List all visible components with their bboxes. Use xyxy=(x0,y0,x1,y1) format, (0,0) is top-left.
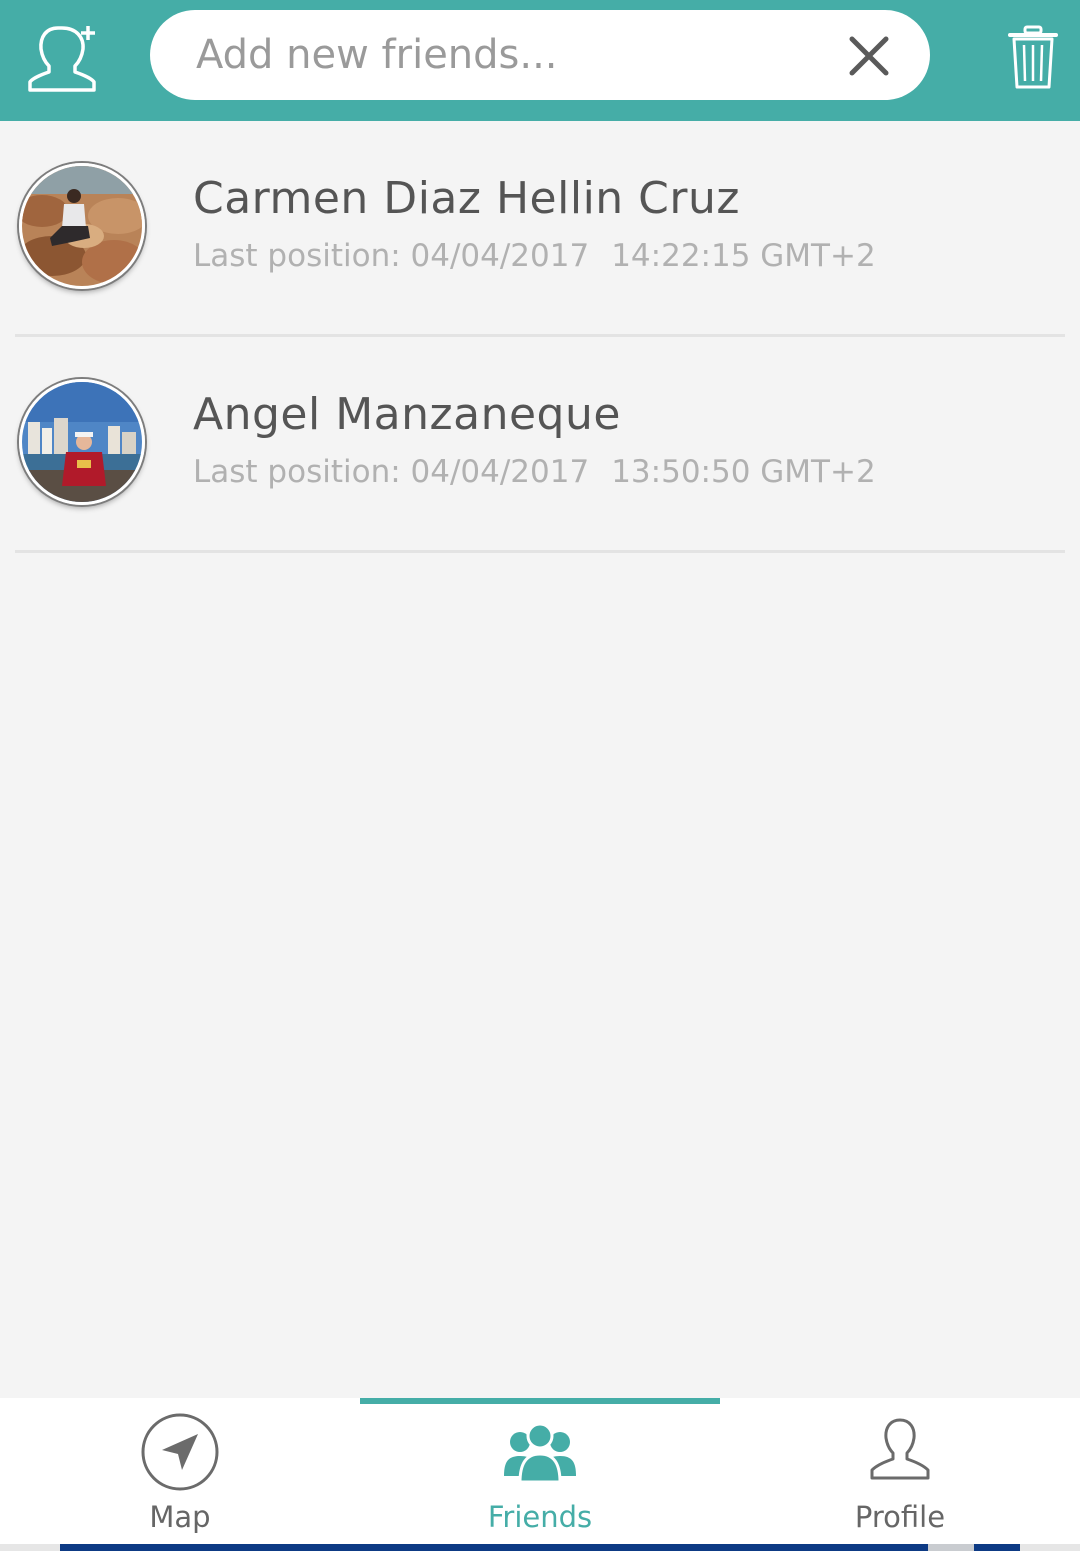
tab-friends-label: Friends xyxy=(487,1500,593,1534)
search-box xyxy=(150,10,930,100)
tab-map[interactable]: Map xyxy=(0,1398,360,1544)
person-icon xyxy=(870,1418,930,1480)
friend-list-item[interactable]: Carmen Diaz Hellin Cruz Last position: 0… xyxy=(15,121,1065,337)
avatar-photo xyxy=(22,166,142,286)
delete-button[interactable] xyxy=(1008,25,1058,91)
add-person-icon xyxy=(28,26,96,92)
ad-banner-edge xyxy=(928,1544,974,1551)
tab-profile[interactable]: Profile xyxy=(720,1398,1080,1544)
friend-name: Carmen Diaz Hellin Cruz xyxy=(193,173,740,224)
navigation-arrow-icon xyxy=(141,1413,219,1491)
ad-banner[interactable] xyxy=(60,1544,1020,1551)
add-friend-button[interactable] xyxy=(22,22,102,98)
last-position-time: 13:50:50 GMT+2 xyxy=(611,454,876,490)
tab-map-label: Map xyxy=(149,1500,211,1534)
friend-last-position: Last position: 04/04/2017 14:22:15 GMT+2 xyxy=(193,238,876,274)
tab-friends[interactable]: Friends xyxy=(360,1398,720,1544)
friend-list: Carmen Diaz Hellin Cruz Last position: 0… xyxy=(0,121,1080,553)
top-bar xyxy=(0,0,1080,121)
last-position-date: Last position: 04/04/2017 xyxy=(193,454,590,490)
last-position-time: 14:22:15 GMT+2 xyxy=(611,238,876,274)
close-icon xyxy=(849,36,889,76)
friend-last-position: Last position: 04/04/2017 13:50:50 GMT+2 xyxy=(193,454,876,490)
group-icon xyxy=(504,1422,576,1484)
clear-search-button[interactable] xyxy=(848,35,890,77)
tab-profile-label: Profile xyxy=(854,1500,946,1534)
add-friends-search-input[interactable] xyxy=(196,10,836,100)
bottom-nav: Map Friends Profile xyxy=(0,1398,1080,1544)
friend-name: Angel Manzaneque xyxy=(193,389,621,440)
avatar[interactable] xyxy=(19,163,145,289)
avatar-photo xyxy=(22,382,142,502)
last-position-date: Last position: 04/04/2017 xyxy=(193,238,590,274)
avatar[interactable] xyxy=(19,379,145,505)
trash-icon xyxy=(1008,25,1058,89)
friend-list-item[interactable]: Angel Manzaneque Last position: 04/04/20… xyxy=(15,337,1065,553)
